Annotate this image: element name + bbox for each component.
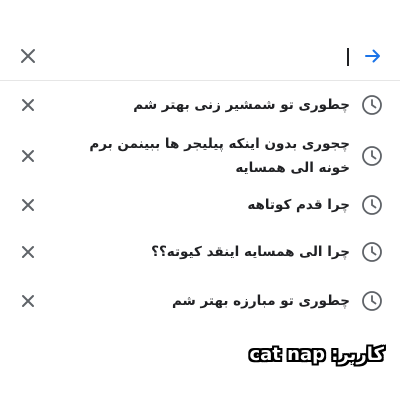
user-watermark: کاربر: cat nap	[249, 344, 384, 365]
suggestion-text: چطوری تو مبارزه بهتر شم	[171, 293, 350, 309]
suggestion-text: چطوری تو شمشیر زنی بهتر شم	[133, 97, 350, 113]
suggestion-list: چطوری تو شمشیر زنی بهتر شم چجوری بدون ای…	[0, 82, 400, 324]
suggestion-item[interactable]: چطوری تو مبارزه بهتر شم	[0, 278, 400, 324]
suggestion-text: چرا قدم کوتاهه	[247, 197, 350, 213]
close-icon	[22, 246, 34, 258]
suggestion-text: چجوری بدون اینکه پیلیجر ها ببینمن برم خو…	[89, 136, 350, 176]
remove-suggestion-button[interactable]	[17, 194, 39, 216]
close-icon	[22, 199, 34, 211]
suggestion-text: چرا الی همسایه اینقد کیوته؟؟	[151, 244, 350, 260]
submit-search-button[interactable]	[359, 42, 387, 70]
remove-suggestion-button[interactable]	[17, 94, 39, 116]
remove-suggestion-button[interactable]	[17, 145, 39, 167]
clear-search-button[interactable]	[14, 42, 42, 70]
search-screen: چطوری تو شمشیر زنی بهتر شم چجوری بدون ای…	[0, 0, 400, 400]
close-icon	[22, 99, 34, 111]
history-icon	[359, 288, 385, 314]
history-icon	[359, 143, 385, 169]
suggestion-item[interactable]: چرا قدم کوتاهه	[0, 184, 400, 226]
history-icon	[359, 239, 385, 265]
search-bar	[0, 34, 400, 81]
suggestion-item[interactable]: چرا الی همسایه اینقد کیوته؟؟	[0, 226, 400, 278]
suggestion-item[interactable]: چطوری تو شمشیر زنی بهتر شم	[0, 82, 400, 128]
search-input[interactable]	[60, 42, 354, 72]
remove-suggestion-button[interactable]	[17, 290, 39, 312]
close-icon	[22, 150, 34, 162]
close-icon	[21, 49, 35, 63]
suggestion-item[interactable]: چجوری بدون اینکه پیلیجر ها ببینمن برم خو…	[0, 128, 400, 184]
remove-suggestion-button[interactable]	[17, 241, 39, 263]
history-icon	[359, 92, 385, 118]
close-icon	[22, 295, 34, 307]
arrow-right-icon	[365, 49, 380, 63]
history-icon	[359, 192, 385, 218]
text-cursor	[347, 48, 349, 66]
